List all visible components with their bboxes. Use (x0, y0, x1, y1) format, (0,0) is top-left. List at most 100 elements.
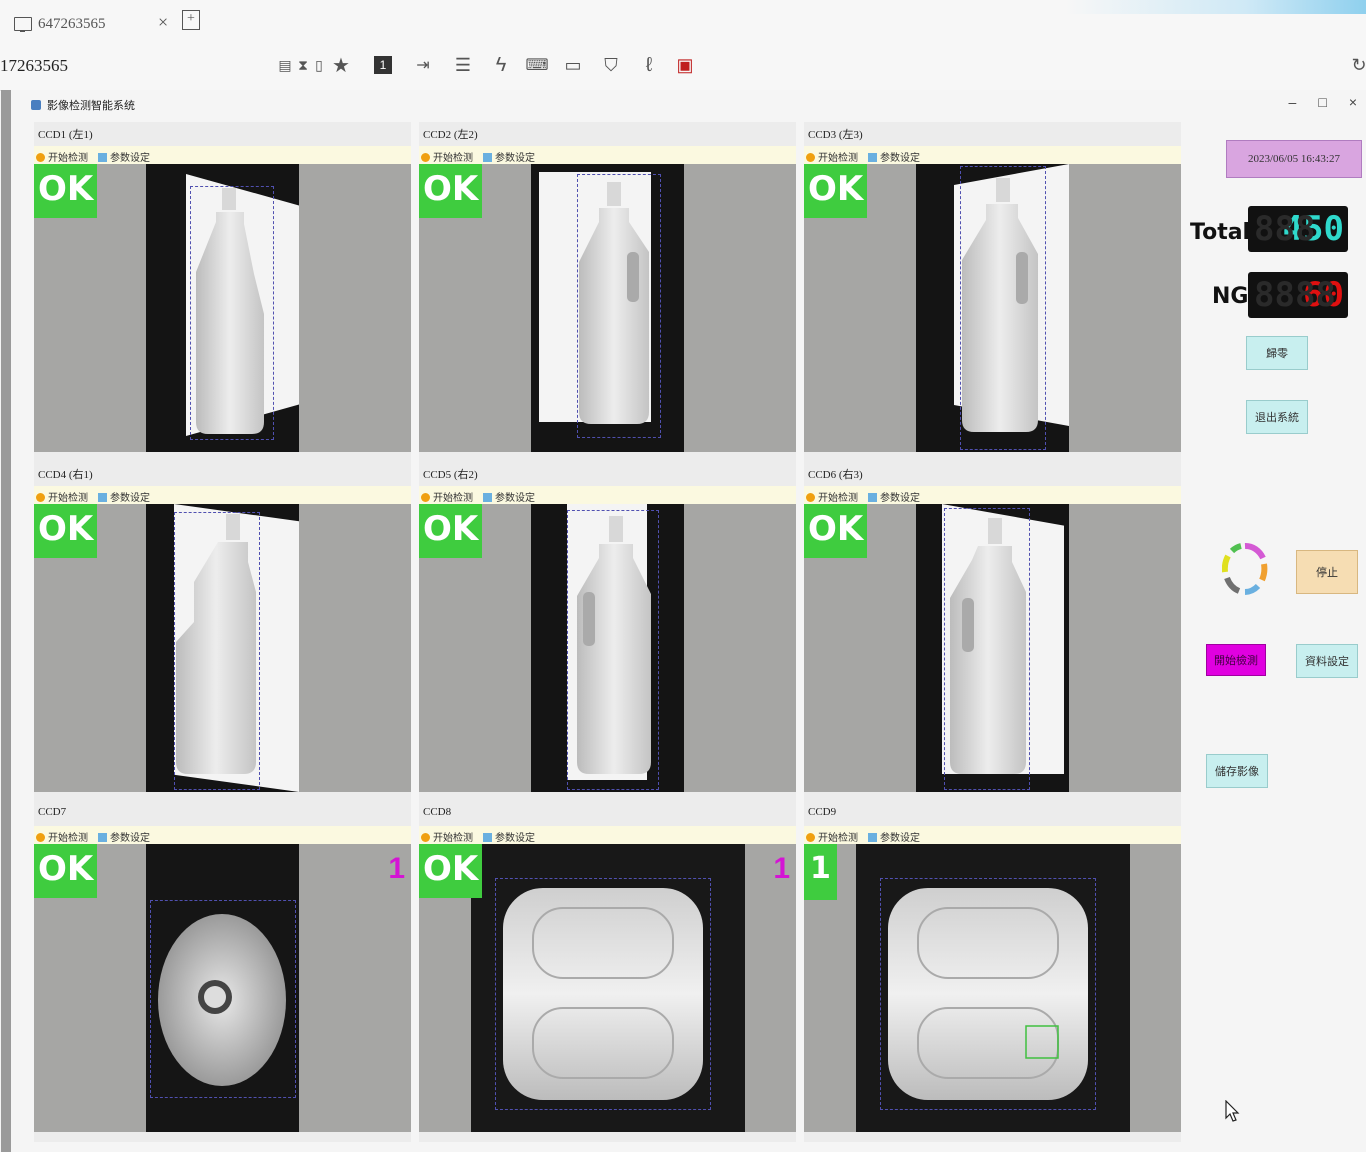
decorative-gradient (1066, 0, 1366, 14)
camera-toolbar: 开始检测 参数设定 (804, 826, 1181, 846)
param-settings-button[interactable]: 参数设定 (868, 489, 920, 504)
lightning-icon[interactable]: ϟ (490, 53, 512, 77)
bottle-image (176, 514, 256, 774)
param-settings-button[interactable]: 参数设定 (483, 829, 535, 844)
count-label: 1 (388, 852, 405, 885)
camera-panel-ccd4: CCD4 (右1) 开始检测 参数设定 OK (34, 462, 411, 802)
start-detect-button[interactable]: 开始检测 (36, 829, 88, 844)
star-icon[interactable]: ★ (330, 53, 352, 77)
param-settings-button[interactable]: 参数设定 (98, 489, 150, 504)
count-label: 1 (773, 852, 790, 885)
result-badge: OK (34, 844, 98, 898)
start-detect-button[interactable]: 开始检测 (36, 489, 88, 504)
result-badge: OK (34, 164, 98, 218)
start-detect-button[interactable]: 开始检测 (421, 489, 473, 504)
record-icon[interactable]: ▣ (674, 53, 696, 77)
param-settings-button[interactable]: 参数设定 (868, 829, 920, 844)
start-icon (36, 492, 45, 502)
settings-icon (98, 152, 107, 162)
camera-panel-ccd2: CCD2 (左2) 开始检测 参数设定 OK (419, 122, 796, 462)
camera-label: CCD2 (左2) (423, 129, 478, 141)
page-one-icon[interactable]: 1 (374, 56, 392, 74)
settings-icon (483, 152, 492, 162)
start-detect-button[interactable]: 开始检测 (806, 149, 858, 164)
camera-toolbar: 开始检测 参数设定 (419, 826, 796, 846)
camera-image: OK (34, 164, 411, 452)
param-settings-button[interactable]: 参数设定 (868, 149, 920, 164)
exit-system-button[interactable]: 退出系統 (1246, 400, 1308, 434)
pen-icon[interactable]: ℓ (638, 53, 660, 77)
counter-ghost-digits: 888 (1254, 209, 1316, 249)
camera-image: OK (419, 164, 796, 452)
bottle-image (579, 182, 649, 424)
start-detect-button[interactable]: 开始检测 (806, 829, 858, 844)
window-titlebar: 影像检测智能系统 (31, 92, 135, 118)
shield-icon[interactable]: ⛉ (600, 53, 622, 77)
reset-button[interactable]: 歸零 (1246, 336, 1308, 370)
new-tab-button[interactable]: + (182, 10, 200, 30)
camera-toolbar: 开始检测 参数设定 (34, 146, 411, 166)
chat-icon[interactable]: ☰ (452, 53, 474, 77)
close-button[interactable]: × (1349, 94, 1357, 110)
bottle-top-image (158, 914, 286, 1086)
camera-panel-ccd9: CCD9 开始检测 参数设定 1 (804, 802, 1181, 1142)
refresh-icon[interactable]: ↻ (1348, 53, 1366, 77)
ng-counter: 8888 60 (1248, 272, 1348, 318)
camera-panel-ccd3: CCD3 (左3) 开始检测 参数设定 OK (804, 122, 1181, 462)
start-detect-button[interactable]: 开始检测 (421, 149, 473, 164)
bottle-image (962, 178, 1038, 432)
keyboard-icon[interactable]: ⌨ (525, 53, 548, 77)
start-icon (806, 152, 815, 162)
start-detect-button[interactable]: 开始检测 (421, 829, 473, 844)
bottle-image (577, 516, 651, 774)
tab-close-button[interactable]: × (158, 12, 168, 33)
camera-image: OK (419, 504, 796, 792)
result-badge: OK (419, 164, 483, 218)
start-detect-button[interactable]: 开始检测 (36, 149, 88, 164)
camera-panel-ccd8: CCD8 开始检测 参数设定 OK 1 (419, 802, 796, 1142)
bottle-image (950, 518, 1026, 774)
camera-label: CCD6 (右3) (808, 469, 863, 481)
camera-label: CCD3 (左3) (808, 129, 863, 141)
settings-icon (483, 832, 492, 842)
total-counter: 888 450 (1248, 206, 1348, 252)
camera-label: CCD9 (808, 806, 837, 818)
settings-icon (483, 492, 492, 502)
control-panel: 2023/06/05 16:43:27 Total 888 450 NG 888… (1186, 122, 1366, 1142)
stop-button[interactable]: 停止 (1296, 550, 1358, 594)
result-badge: OK (419, 504, 483, 558)
param-settings-button[interactable]: 参数设定 (483, 149, 535, 164)
datetime-display: 2023/06/05 16:43:27 (1226, 140, 1362, 178)
save-image-button[interactable]: 儲存影像 (1206, 754, 1268, 788)
start-detect-button[interactable]: 开始检测 (806, 489, 858, 504)
camera-label: CCD1 (左1) (38, 129, 93, 141)
camera-image: OK 1 (34, 844, 411, 1132)
camera-image: OK (34, 504, 411, 792)
minimize-button[interactable]: – (1289, 94, 1297, 110)
camera-toolbar: 开始检测 参数设定 (419, 486, 796, 506)
result-badge: OK (34, 504, 98, 558)
settings-icon (868, 492, 877, 502)
bottle-image (196, 188, 264, 434)
start-icon (36, 152, 45, 162)
window-controls: – □ × (1289, 94, 1357, 110)
param-settings-button[interactable]: 参数设定 (98, 829, 150, 844)
material-settings-button[interactable]: 資料設定 (1296, 644, 1358, 678)
app-window: 影像检测智能系统 – □ × CCD1 (左1) 开始检测 参数设定 OK CC… (1, 90, 1366, 1152)
start-detect-main-button[interactable]: 開始檢測 (1206, 644, 1266, 676)
param-settings-button[interactable]: 参数设定 (483, 489, 535, 504)
total-label: Total (1190, 220, 1251, 245)
export-icon[interactable]: ⇥ (412, 53, 434, 77)
camera-image: OK 1 (419, 844, 796, 1132)
start-icon (421, 492, 430, 502)
result-badge: 1 (804, 844, 837, 900)
browser-tab[interactable]: 647263565 × + (14, 10, 200, 36)
clipboard-icon[interactable]: ▯ (308, 53, 330, 77)
loading-spinner-icon (1222, 543, 1268, 595)
param-settings-button[interactable]: 参数设定 (98, 149, 150, 164)
display-icon[interactable]: ▭ (562, 53, 584, 77)
maximize-button[interactable]: □ (1318, 94, 1326, 110)
bottle-bottom-image (503, 888, 703, 1100)
camera-label: CCD5 (右2) (423, 469, 478, 481)
counter-ghost-digits: 8888 (1254, 275, 1336, 315)
